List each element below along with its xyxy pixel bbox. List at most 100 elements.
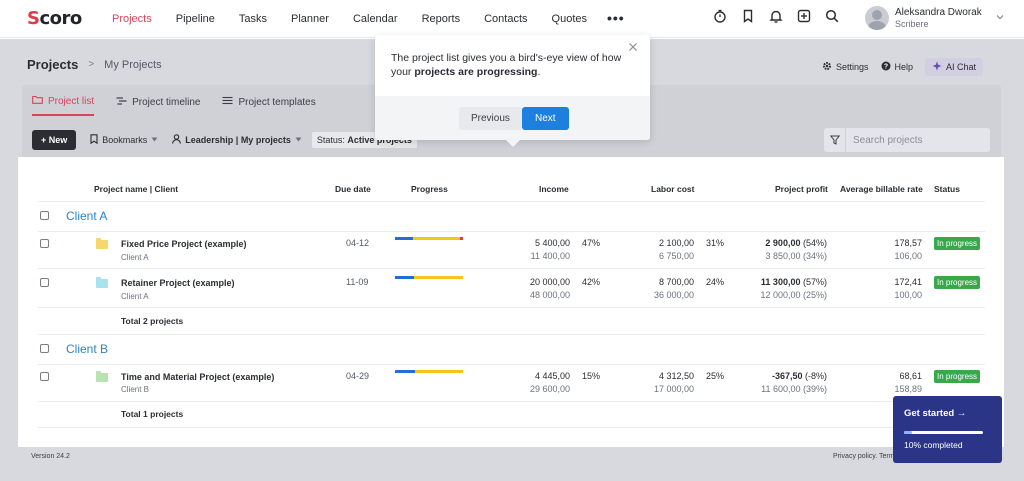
add-icon[interactable]: [796, 8, 812, 24]
group-checkbox[interactable]: [40, 344, 49, 353]
ai-chat-button[interactable]: AI Chat: [925, 58, 984, 76]
divider: [38, 307, 985, 308]
top-navigation: Scoro Projects Pipeline Tasks Planner Ca…: [0, 0, 1024, 38]
main-menu: Projects Pipeline Tasks Planner Calendar…: [100, 0, 633, 38]
progress-bar: [395, 370, 463, 373]
income-percent: 15%: [582, 371, 601, 381]
list-toolbar: + New Bookmarks Leadership | My projects…: [32, 130, 417, 150]
progress-done-segment: [395, 276, 415, 279]
status-badge: In progress: [934, 237, 981, 250]
divider: [38, 268, 985, 269]
progress-bar: [395, 276, 463, 279]
version-label: Version 24.2: [31, 453, 70, 460]
project-client[interactable]: Client A: [121, 292, 149, 301]
client-group-header[interactable]: Client B: [66, 342, 108, 356]
chevron-down-icon: [996, 13, 1004, 23]
header-status[interactable]: Status: [934, 184, 960, 194]
labor-percent: 31%: [706, 238, 725, 248]
tab-project-templates[interactable]: Project templates: [222, 95, 316, 116]
project-name[interactable]: Retainer Project (example): [121, 278, 235, 288]
previous-button[interactable]: Previous: [459, 107, 522, 130]
billable-rate-planned: 100,00: [894, 290, 922, 300]
nav-planner[interactable]: Planner: [279, 0, 341, 38]
scoro-logo[interactable]: Scoro: [27, 8, 82, 29]
row-checkbox[interactable]: [40, 239, 49, 248]
header-labor-cost[interactable]: Labor cost: [651, 184, 694, 194]
client-group-header[interactable]: Client A: [66, 209, 107, 223]
income-planned: 48 000,00: [529, 290, 570, 300]
income-percent: 42%: [582, 277, 601, 287]
divider: [38, 401, 985, 402]
progress-overdue-segment: [459, 237, 463, 240]
project-name[interactable]: Time and Material Project (example): [121, 372, 274, 382]
next-button[interactable]: Next: [522, 107, 569, 130]
page-title[interactable]: Projects: [27, 57, 78, 72]
nav-calendar[interactable]: Calendar: [341, 0, 410, 38]
search-input[interactable]: [853, 134, 983, 146]
labor-cost-planned: 6 750,00: [658, 251, 694, 261]
billable-rate-planned: 158,89: [894, 384, 922, 394]
income-value: 5 400,00: [534, 238, 570, 248]
due-date: 04-12: [346, 238, 370, 248]
project-client[interactable]: Client A: [121, 253, 149, 262]
header-progress[interactable]: Progress: [411, 184, 448, 194]
gear-icon: [822, 61, 832, 73]
filter-icon[interactable]: [824, 128, 846, 152]
nav-contacts[interactable]: Contacts: [472, 0, 539, 38]
nav-pipeline[interactable]: Pipeline: [164, 0, 227, 38]
folder-icon: [32, 95, 43, 107]
project-folder-icon: [96, 238, 108, 249]
tab-project-list[interactable]: Project list: [32, 95, 95, 116]
row-checkbox[interactable]: [40, 372, 49, 381]
divider: [38, 231, 985, 232]
bell-icon[interactable]: [768, 8, 784, 24]
bookmark-icon: [90, 134, 98, 146]
bookmarks-dropdown[interactable]: Bookmarks: [90, 134, 158, 146]
help-button[interactable]: ? Help: [881, 61, 913, 73]
labor-percent: 25%: [706, 371, 725, 381]
header-project-name[interactable]: Project name | Client: [94, 184, 178, 194]
get-started-widget[interactable]: Get started → 10% completed: [893, 396, 1002, 463]
header-income[interactable]: Income: [539, 184, 569, 194]
person-icon: [172, 134, 182, 146]
nav-projects[interactable]: Projects: [100, 0, 164, 38]
timer-icon[interactable]: [712, 8, 728, 24]
profit-value: 2 900,00: [765, 238, 801, 248]
project-client[interactable]: Client B: [121, 385, 149, 394]
billable-rate-planned: 106,00: [894, 251, 922, 261]
income-value: 20 000,00: [529, 277, 570, 287]
header-average-billable-rate[interactable]: Average billable rate: [840, 184, 923, 194]
row-checkbox[interactable]: [40, 278, 49, 287]
due-date: 04-29: [346, 371, 370, 381]
get-started-title: Get started →: [904, 408, 967, 419]
billable-rate: 172,41: [894, 277, 922, 287]
group-total: Total 1 projects: [121, 409, 184, 419]
divider: [38, 201, 985, 202]
more-menu-icon[interactable]: •••: [599, 0, 633, 38]
progress-remaining-segment: [415, 370, 463, 373]
user-menu[interactable]: Aleksandra Dworak Scribere: [865, 6, 1004, 30]
new-project-button[interactable]: + New: [32, 130, 77, 150]
tab-project-timeline[interactable]: Project timeline: [116, 95, 200, 116]
view-dropdown[interactable]: Leadership | My projects: [172, 134, 302, 146]
header-due-date[interactable]: Due date: [335, 184, 371, 194]
project-name[interactable]: Fixed Price Project (example): [121, 239, 247, 249]
profit-value: 11 300,00: [760, 277, 801, 287]
nav-quotes[interactable]: Quotes: [540, 0, 599, 38]
nav-reports[interactable]: Reports: [410, 0, 473, 38]
header-project-profit[interactable]: Project profit: [775, 184, 828, 194]
profit-percent: (-8%): [805, 371, 827, 381]
labor-cost-planned: 17 000,00: [653, 384, 694, 394]
privacy-policy-link[interactable]: Privacy policy. Term: [833, 453, 895, 460]
settings-button[interactable]: Settings: [822, 61, 869, 73]
labor-cost-value: 2 100,00: [658, 238, 694, 248]
billable-rate: 178,57: [894, 238, 922, 248]
profit-planned: 3 850,00 (34%): [765, 251, 827, 261]
profit-planned: 11 600,00 (39%): [761, 384, 827, 394]
bookmark-icon[interactable]: [740, 8, 756, 24]
nav-tasks[interactable]: Tasks: [227, 0, 279, 38]
search-icon[interactable]: [824, 8, 840, 24]
onboarding-progress-bar: [904, 431, 983, 434]
tooltip-footer: Previous Next: [375, 96, 650, 140]
group-checkbox[interactable]: [40, 211, 49, 220]
